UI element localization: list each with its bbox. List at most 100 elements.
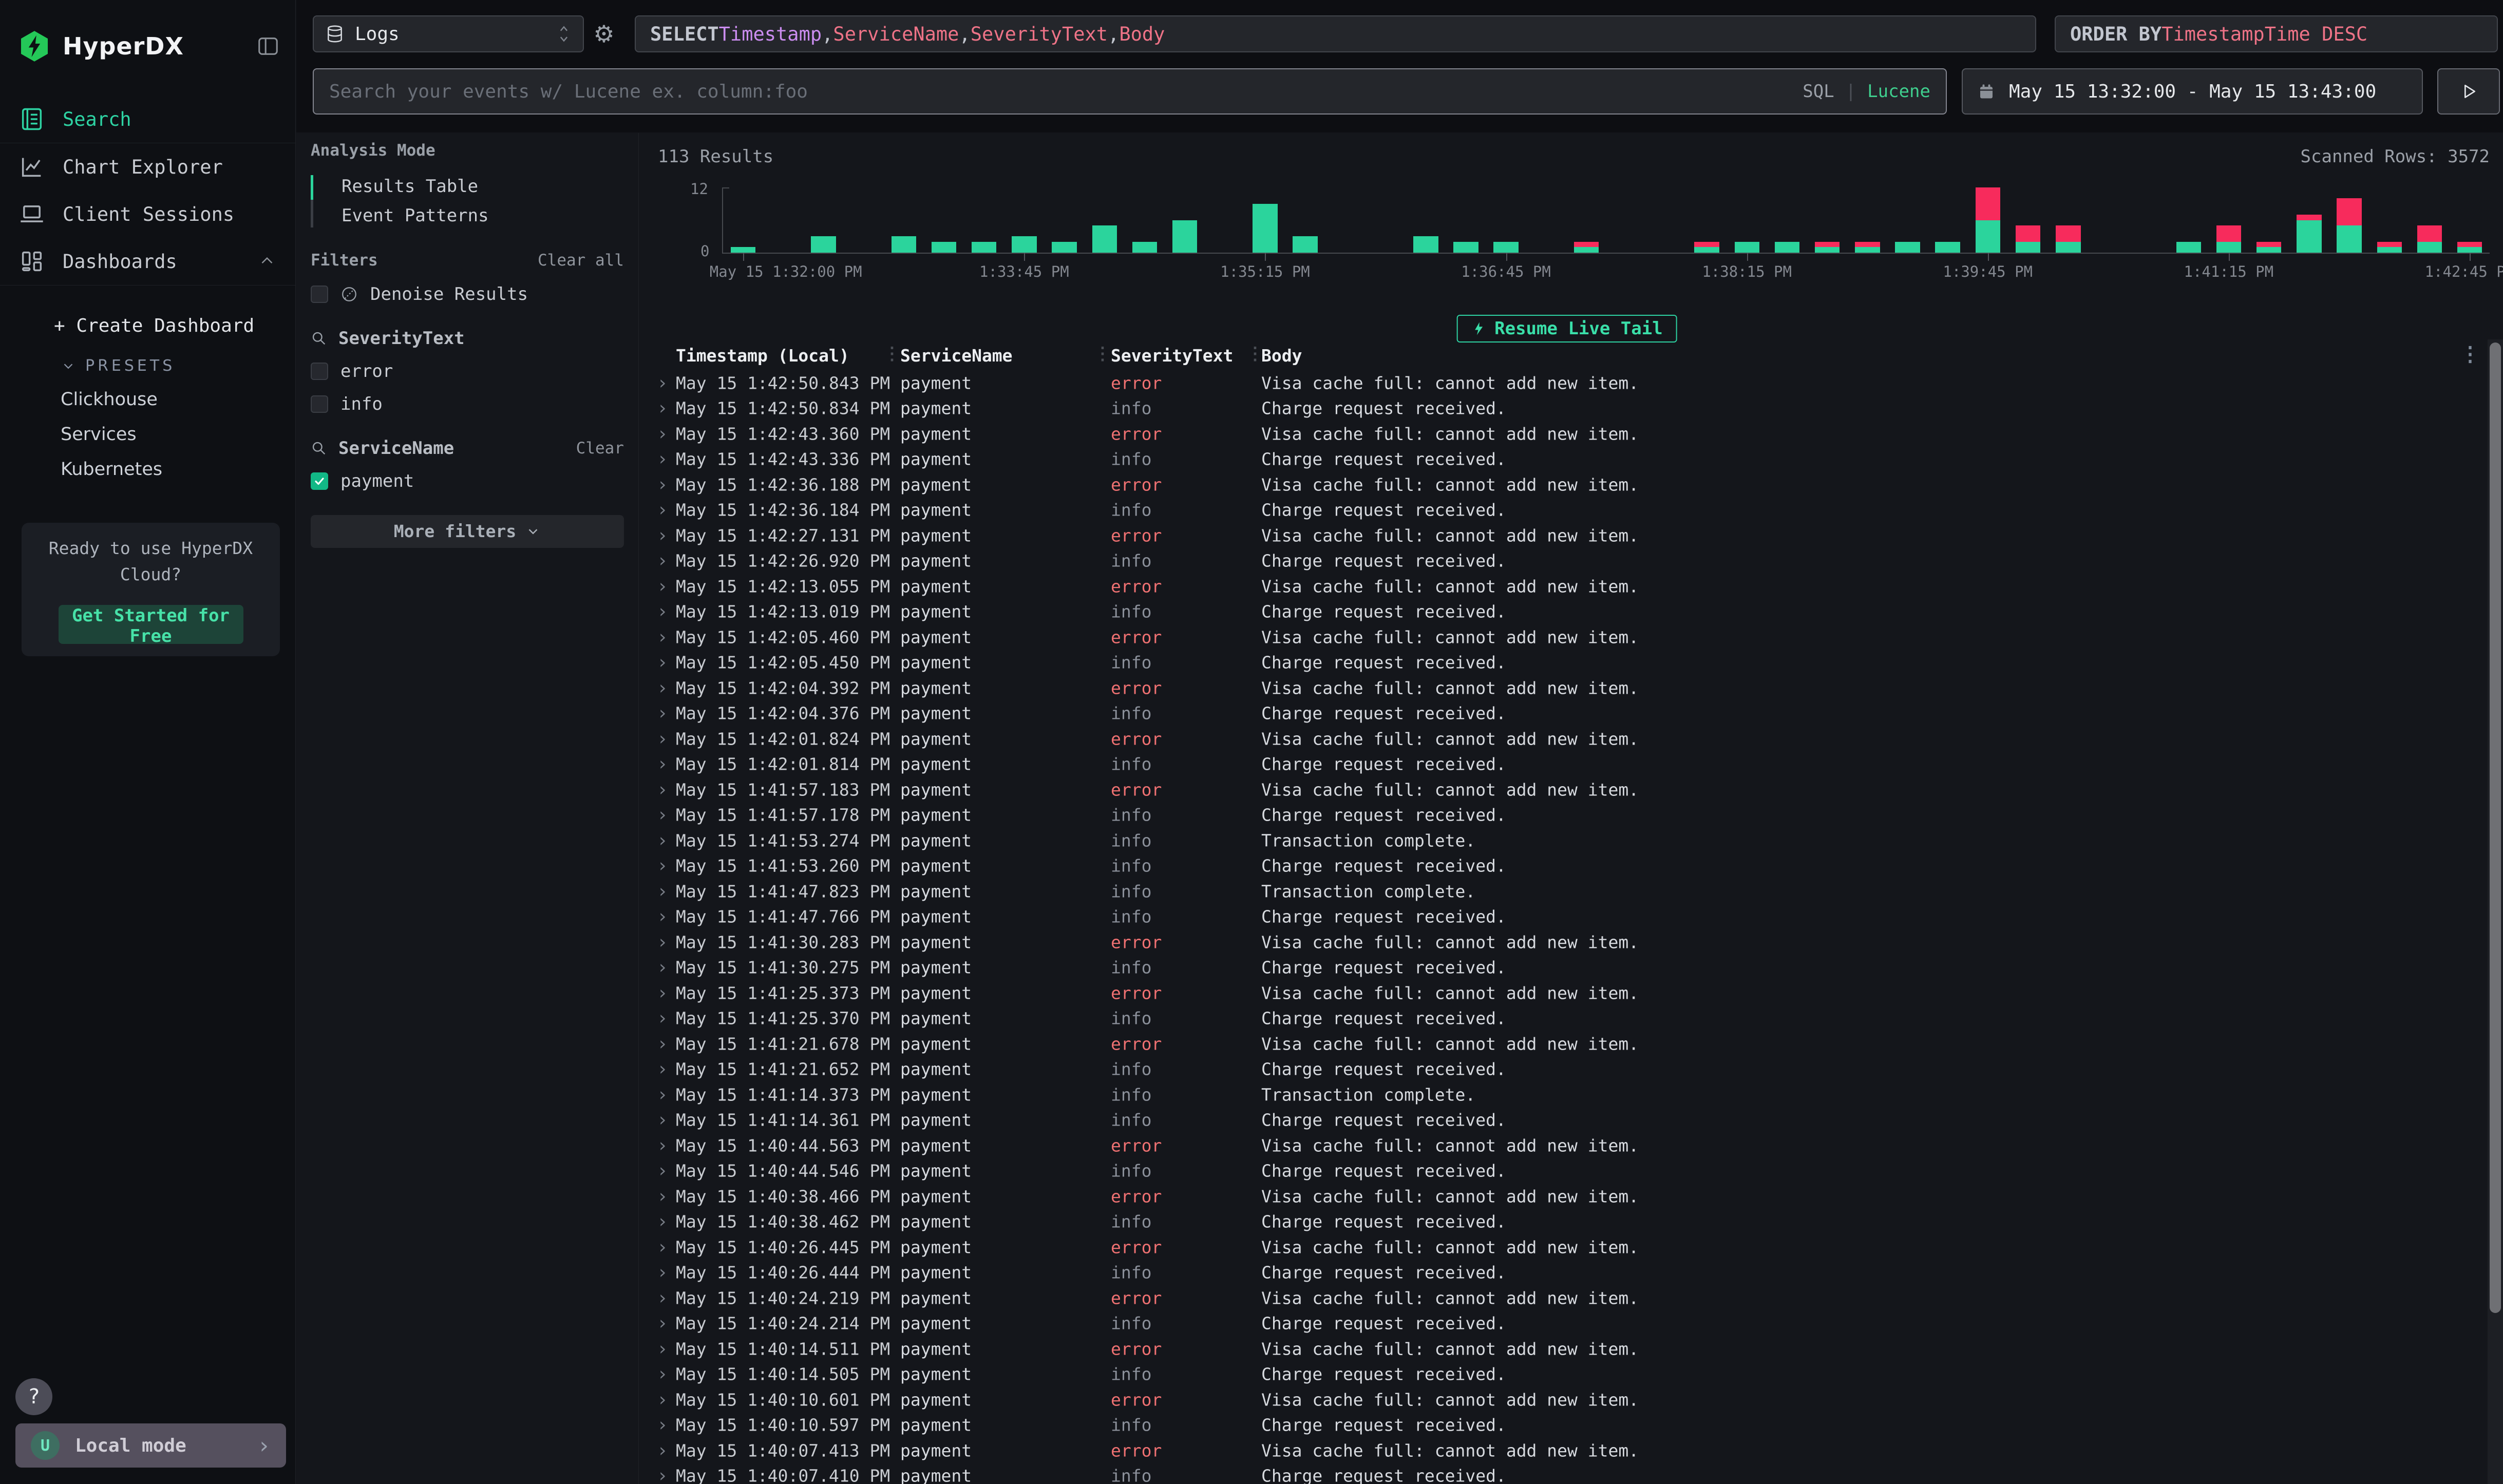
col-header-servicename[interactable]: ServiceName [900, 346, 1013, 366]
row-expand-icon[interactable]: › [657, 626, 668, 648]
histogram-bar[interactable] [2457, 242, 2482, 253]
table-row[interactable]: ›May 15 1:42:13.019 PMpaymentinfoCharge … [639, 599, 2503, 625]
row-expand-icon[interactable]: › [657, 1186, 668, 1207]
source-selector[interactable]: Logs [313, 15, 584, 52]
table-row[interactable]: ›May 15 1:42:36.188 PMpaymenterrorVisa c… [639, 472, 2503, 498]
search-input[interactable]: Search your events w/ Lucene ex. column:… [313, 68, 1947, 115]
row-expand-icon[interactable]: › [657, 1466, 668, 1484]
histogram-bar[interactable] [1172, 220, 1197, 253]
preset-services[interactable]: Services [0, 410, 295, 445]
histogram-bar[interactable] [1815, 242, 1840, 253]
table-row[interactable]: ›May 15 1:40:26.445 PMpaymenterrorVisa c… [639, 1234, 2503, 1260]
presets-toggle[interactable]: PRESETS [0, 336, 295, 375]
histogram-bar[interactable] [2297, 215, 2321, 253]
histogram-bar[interactable] [1895, 242, 1920, 253]
histogram-bar[interactable] [2056, 225, 2080, 253]
row-expand-icon[interactable]: › [657, 805, 668, 826]
table-row[interactable]: ›May 15 1:41:14.361 PMpaymentinfoCharge … [639, 1108, 2503, 1133]
histogram-bar[interactable] [1453, 242, 1478, 253]
date-range-picker[interactable]: May 15 13:32:00 - May 15 13:43:00 [1962, 68, 2423, 115]
row-expand-icon[interactable]: › [657, 1415, 668, 1436]
sidebar-item-chart-explorer[interactable]: Chart Explorer [0, 143, 295, 191]
row-expand-icon[interactable]: › [657, 1236, 668, 1258]
table-row[interactable]: ›May 15 1:41:47.766 PMpaymentinfoCharge … [639, 904, 2503, 930]
histogram-bar[interactable] [1935, 242, 1960, 253]
histogram-bar[interactable] [972, 242, 996, 253]
row-expand-icon[interactable]: › [657, 1135, 668, 1156]
table-row[interactable]: ›May 15 1:41:14.373 PMpaymentinfoTransac… [639, 1082, 2503, 1108]
table-row[interactable]: ›May 15 1:42:05.450 PMpaymentinfoCharge … [639, 650, 2503, 676]
sidebar-item-dashboards[interactable]: Dashboards [0, 238, 295, 285]
row-expand-icon[interactable]: › [657, 372, 668, 393]
table-row[interactable]: ›May 15 1:40:07.413 PMpaymenterrorVisa c… [639, 1438, 2503, 1463]
table-row[interactable]: ›May 15 1:42:04.376 PMpaymentinfoCharge … [639, 701, 2503, 727]
row-expand-icon[interactable]: › [657, 830, 668, 851]
table-row[interactable]: ›May 15 1:42:43.336 PMpaymentinfoCharge … [639, 447, 2503, 472]
sidebar-item-client-sessions[interactable]: Client Sessions [0, 191, 295, 238]
histogram-bar[interactable] [2377, 242, 2402, 253]
histogram-bar[interactable] [1293, 236, 1317, 253]
table-row[interactable]: ›May 15 1:41:53.260 PMpaymentinfoCharge … [639, 853, 2503, 879]
table-row[interactable]: ›May 15 1:40:38.462 PMpaymentinfoCharge … [639, 1209, 2503, 1235]
row-expand-icon[interactable]: › [657, 423, 668, 444]
column-resize-handle[interactable]: ⋮ [1094, 344, 1111, 364]
row-expand-icon[interactable]: › [657, 500, 668, 521]
checkbox-unchecked[interactable] [311, 395, 328, 413]
search-icon[interactable] [311, 440, 327, 456]
row-expand-icon[interactable]: › [657, 652, 668, 673]
run-query-button[interactable] [2437, 68, 2500, 115]
row-expand-icon[interactable]: › [657, 982, 668, 1003]
table-row[interactable]: ›May 15 1:40:14.505 PMpaymentinfoCharge … [639, 1362, 2503, 1387]
row-expand-icon[interactable]: › [657, 1313, 668, 1334]
table-row[interactable]: ›May 15 1:40:07.410 PMpaymentinfoCharge … [639, 1463, 2503, 1484]
local-mode-menu[interactable]: U Local mode › [15, 1423, 286, 1468]
histogram-bar[interactable] [892, 236, 916, 253]
table-row[interactable]: ›May 15 1:42:01.824 PMpaymenterrorVisa c… [639, 726, 2503, 752]
histogram-bar[interactable] [1413, 236, 1438, 253]
row-expand-icon[interactable]: › [657, 398, 668, 419]
table-row[interactable]: ›May 15 1:40:14.511 PMpaymenterrorVisa c… [639, 1336, 2503, 1362]
row-expand-icon[interactable]: › [657, 1110, 668, 1131]
table-row[interactable]: ›May 15 1:41:30.283 PMpaymenterrorVisa c… [639, 929, 2503, 955]
row-expand-icon[interactable]: › [657, 550, 668, 572]
histogram-bar[interactable] [1855, 242, 1880, 253]
row-expand-icon[interactable]: › [657, 474, 668, 495]
row-expand-icon[interactable]: › [657, 1287, 668, 1308]
gear-icon[interactable]: ⚙ [589, 15, 619, 52]
col-header-severitytext[interactable]: SeverityText [1111, 346, 1233, 366]
table-row[interactable]: ›May 15 1:41:47.823 PMpaymentinfoTransac… [639, 879, 2503, 904]
get-started-button[interactable]: Get Started for Free [59, 605, 243, 644]
table-row[interactable]: ›May 15 1:40:38.466 PMpaymenterrorVisa c… [639, 1184, 2503, 1209]
table-options-kebab-icon[interactable]: ⋮ [2460, 343, 2480, 366]
lang-lucene-button[interactable]: Lucene [1867, 81, 1930, 102]
sidebar-item-search[interactable]: Search [0, 96, 295, 143]
histogram-bar[interactable] [1012, 236, 1036, 253]
row-expand-icon[interactable]: › [657, 601, 668, 622]
row-expand-icon[interactable]: › [657, 703, 668, 724]
row-expand-icon[interactable]: › [657, 855, 668, 877]
create-dashboard-button[interactable]: + Create Dashboard [0, 301, 295, 336]
table-row[interactable]: ›May 15 1:40:44.546 PMpaymentinfoCharge … [639, 1158, 2503, 1184]
row-expand-icon[interactable]: › [657, 525, 668, 546]
preset-kubernetes[interactable]: Kubernetes [0, 445, 295, 480]
table-row[interactable]: ›May 15 1:42:36.184 PMpaymentinfoCharge … [639, 498, 2503, 523]
row-expand-icon[interactable]: › [657, 754, 668, 775]
table-row[interactable]: ›May 15 1:40:24.214 PMpaymentinfoCharge … [639, 1311, 2503, 1337]
table-row[interactable]: ›May 15 1:41:30.275 PMpaymentinfoCharge … [639, 955, 2503, 981]
table-row[interactable]: ›May 15 1:42:26.920 PMpaymentinfoCharge … [639, 548, 2503, 574]
table-row[interactable]: ›May 15 1:41:57.178 PMpaymentinfoCharge … [639, 803, 2503, 828]
histogram-bar[interactable] [1775, 242, 1799, 253]
denoise-results-checkbox-row[interactable]: Denoise Results [311, 284, 624, 305]
table-row[interactable]: ›May 15 1:41:21.678 PMpaymenterrorVisa c… [639, 1031, 2503, 1057]
table-row[interactable]: ›May 15 1:40:10.597 PMpaymentinfoCharge … [639, 1413, 2503, 1438]
checkbox-unchecked[interactable] [311, 363, 328, 380]
tab-event-patterns[interactable]: Event Patterns [311, 201, 624, 231]
filter-option-info[interactable]: info [311, 394, 624, 414]
row-expand-icon[interactable]: › [657, 957, 668, 978]
table-row[interactable]: ›May 15 1:42:43.360 PMpaymenterrorVisa c… [639, 421, 2503, 447]
histogram-bar[interactable] [1976, 187, 2000, 253]
row-expand-icon[interactable]: › [657, 881, 668, 902]
histogram-bar[interactable] [1574, 242, 1599, 253]
row-expand-icon[interactable]: › [657, 1008, 668, 1029]
filter-option-error[interactable]: error [311, 361, 624, 382]
